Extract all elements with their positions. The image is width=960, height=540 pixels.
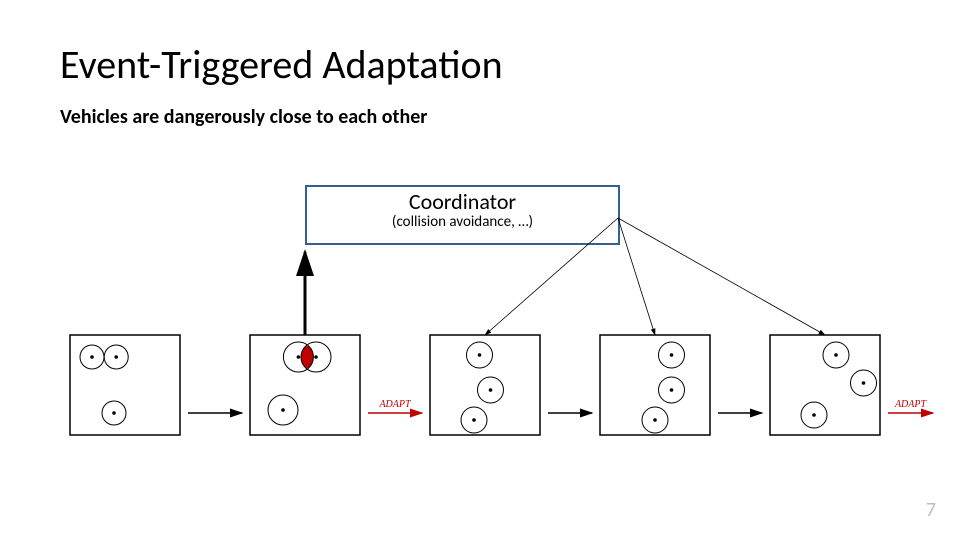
diagram-svg: ADAPT ADAPT — [0, 0, 960, 540]
arrow-from-coordinator — [485, 218, 618, 335]
vehicle-center-dot — [114, 355, 118, 359]
vehicle-center-dot — [489, 388, 493, 392]
adapt-label: ADAPT — [378, 399, 412, 410]
vehicle-center-dot — [478, 353, 482, 357]
vehicle-center-dot — [670, 388, 674, 392]
vehicle-center-dot — [670, 353, 674, 357]
frame-box — [430, 335, 540, 435]
vehicle-center-dot — [112, 411, 116, 415]
vehicle-center-dot — [812, 413, 816, 417]
vehicle-center-dot — [862, 381, 866, 385]
arrows-group: ADAPT ADAPT — [188, 218, 933, 413]
vehicle-center-dot — [281, 408, 285, 412]
vehicle-center-dot — [653, 418, 657, 422]
vehicle-center-dot — [90, 355, 94, 359]
vehicle-center-dot — [472, 418, 476, 422]
frame-box — [70, 335, 180, 435]
frames-group — [70, 335, 880, 435]
vehicle-center-dot — [314, 355, 318, 359]
adapt-label: ADAPT — [894, 399, 928, 410]
vehicle-center-dot — [297, 355, 301, 359]
page-number: 7 — [926, 498, 936, 522]
frame-box — [770, 335, 880, 435]
vehicle-center-dot — [834, 353, 838, 357]
